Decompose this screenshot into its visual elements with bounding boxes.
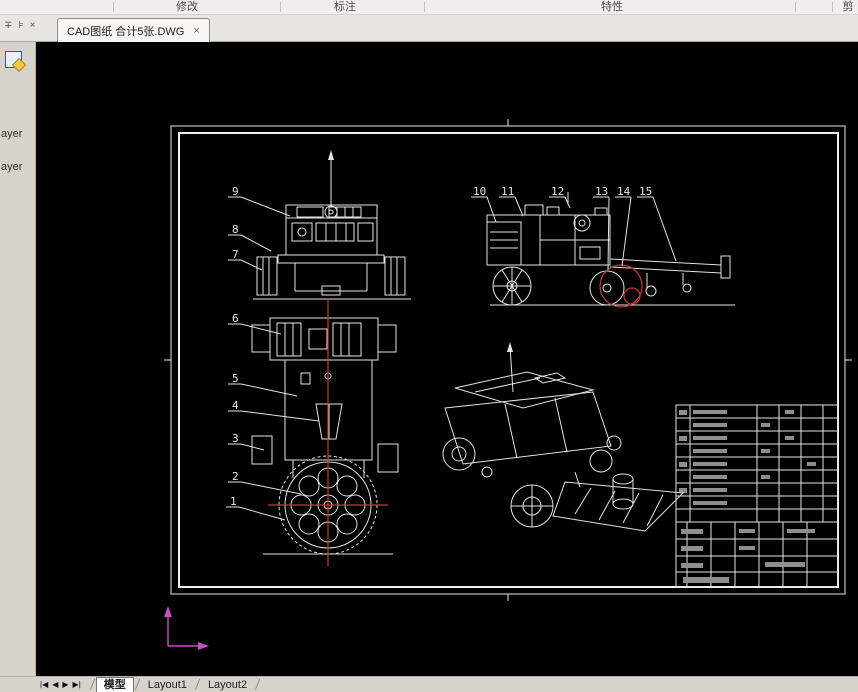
ribbon-group-properties: 特性 bbox=[601, 1, 623, 13]
part-label: 8 bbox=[232, 223, 239, 236]
tab-separator bbox=[89, 679, 96, 690]
palette-controls: ∓ ⊧ × bbox=[4, 20, 35, 31]
part-label: 15 bbox=[639, 185, 652, 198]
layout-tab-bar: |◀ ◀ ▶ ▶| 模型 Layout1 Layout2 bbox=[0, 676, 858, 692]
part-label: 12 bbox=[551, 185, 564, 198]
palette-pin-icon[interactable]: ⊧ bbox=[18, 20, 23, 31]
revision-cloud-mark bbox=[599, 264, 643, 308]
layer-control-partial[interactable]: ayer bbox=[1, 128, 22, 140]
file-tab-title: CAD图纸 合计5张.DWG bbox=[67, 25, 185, 38]
ribbon-divider bbox=[832, 2, 833, 12]
ribbon-divider bbox=[113, 2, 114, 12]
last-tab-button[interactable]: ▶| bbox=[73, 680, 81, 689]
layer-control-partial[interactable]: ayer bbox=[1, 161, 22, 173]
part-label: 9 bbox=[232, 185, 239, 198]
part-label: 4 bbox=[232, 399, 239, 412]
part-label: 10 bbox=[473, 185, 486, 198]
ribbon-group-clipboard-partial: 剪 bbox=[842, 1, 854, 13]
ribbon-divider bbox=[280, 2, 281, 12]
next-tab-button[interactable]: ▶ bbox=[62, 680, 68, 689]
tab-separator bbox=[254, 679, 261, 690]
ribbon-group-modify: 修改 bbox=[176, 1, 198, 13]
ribbon-divider bbox=[795, 2, 796, 12]
tab-separator bbox=[134, 679, 141, 690]
plan-view bbox=[251, 300, 399, 566]
part-label: 3 bbox=[232, 432, 239, 445]
file-tab-bar: ∓ ⊧ × CAD图纸 合计5张.DWG × bbox=[0, 15, 858, 42]
tab-layout2[interactable]: Layout2 bbox=[201, 678, 254, 692]
part-label: 5 bbox=[232, 372, 239, 385]
part-label: 2 bbox=[232, 470, 239, 483]
part-label: 13 bbox=[595, 185, 608, 198]
part-label: 6 bbox=[232, 312, 239, 325]
cad-drawing-svg: 9 8 7 10 11 12 13 14 15 6 5 4 3 2 1 bbox=[164, 119, 852, 650]
file-tab[interactable]: CAD图纸 合计5张.DWG × bbox=[57, 18, 210, 42]
prev-tab-button[interactable]: ◀ bbox=[52, 680, 58, 689]
pencil-icon bbox=[11, 57, 27, 73]
ribbon-divider bbox=[424, 2, 425, 12]
tab-nav-controls: |◀ ◀ ▶ ▶| bbox=[40, 680, 81, 689]
title-block bbox=[675, 404, 839, 588]
tab-model[interactable]: 模型 bbox=[95, 677, 134, 692]
part-label: 11 bbox=[501, 185, 514, 198]
palette-dock-icon[interactable]: ∓ bbox=[4, 20, 12, 31]
ribbon-caption-strip: 修改 标注 特性 剪 bbox=[0, 0, 858, 15]
front-view bbox=[253, 150, 411, 300]
first-tab-button[interactable]: |◀ bbox=[40, 680, 48, 689]
left-palette-sliver: ayer ayer bbox=[0, 42, 36, 676]
side-view bbox=[486, 192, 735, 308]
ribbon-group-annotate: 标注 bbox=[334, 1, 356, 13]
layer-palette-icon[interactable] bbox=[5, 51, 27, 73]
isometric-view bbox=[442, 342, 685, 532]
part-label: 7 bbox=[232, 248, 239, 261]
tab-separator bbox=[194, 679, 201, 690]
model-space-canvas[interactable]: 9 8 7 10 11 12 13 14 15 6 5 4 3 2 1 bbox=[35, 42, 858, 676]
tab-layout1[interactable]: Layout1 bbox=[141, 678, 194, 692]
file-tab-close-icon[interactable]: × bbox=[193, 25, 199, 37]
palette-close-icon[interactable]: × bbox=[30, 20, 36, 31]
ucs-icon bbox=[164, 606, 209, 650]
part-label: 1 bbox=[230, 495, 237, 508]
part-label: 14 bbox=[617, 185, 631, 198]
